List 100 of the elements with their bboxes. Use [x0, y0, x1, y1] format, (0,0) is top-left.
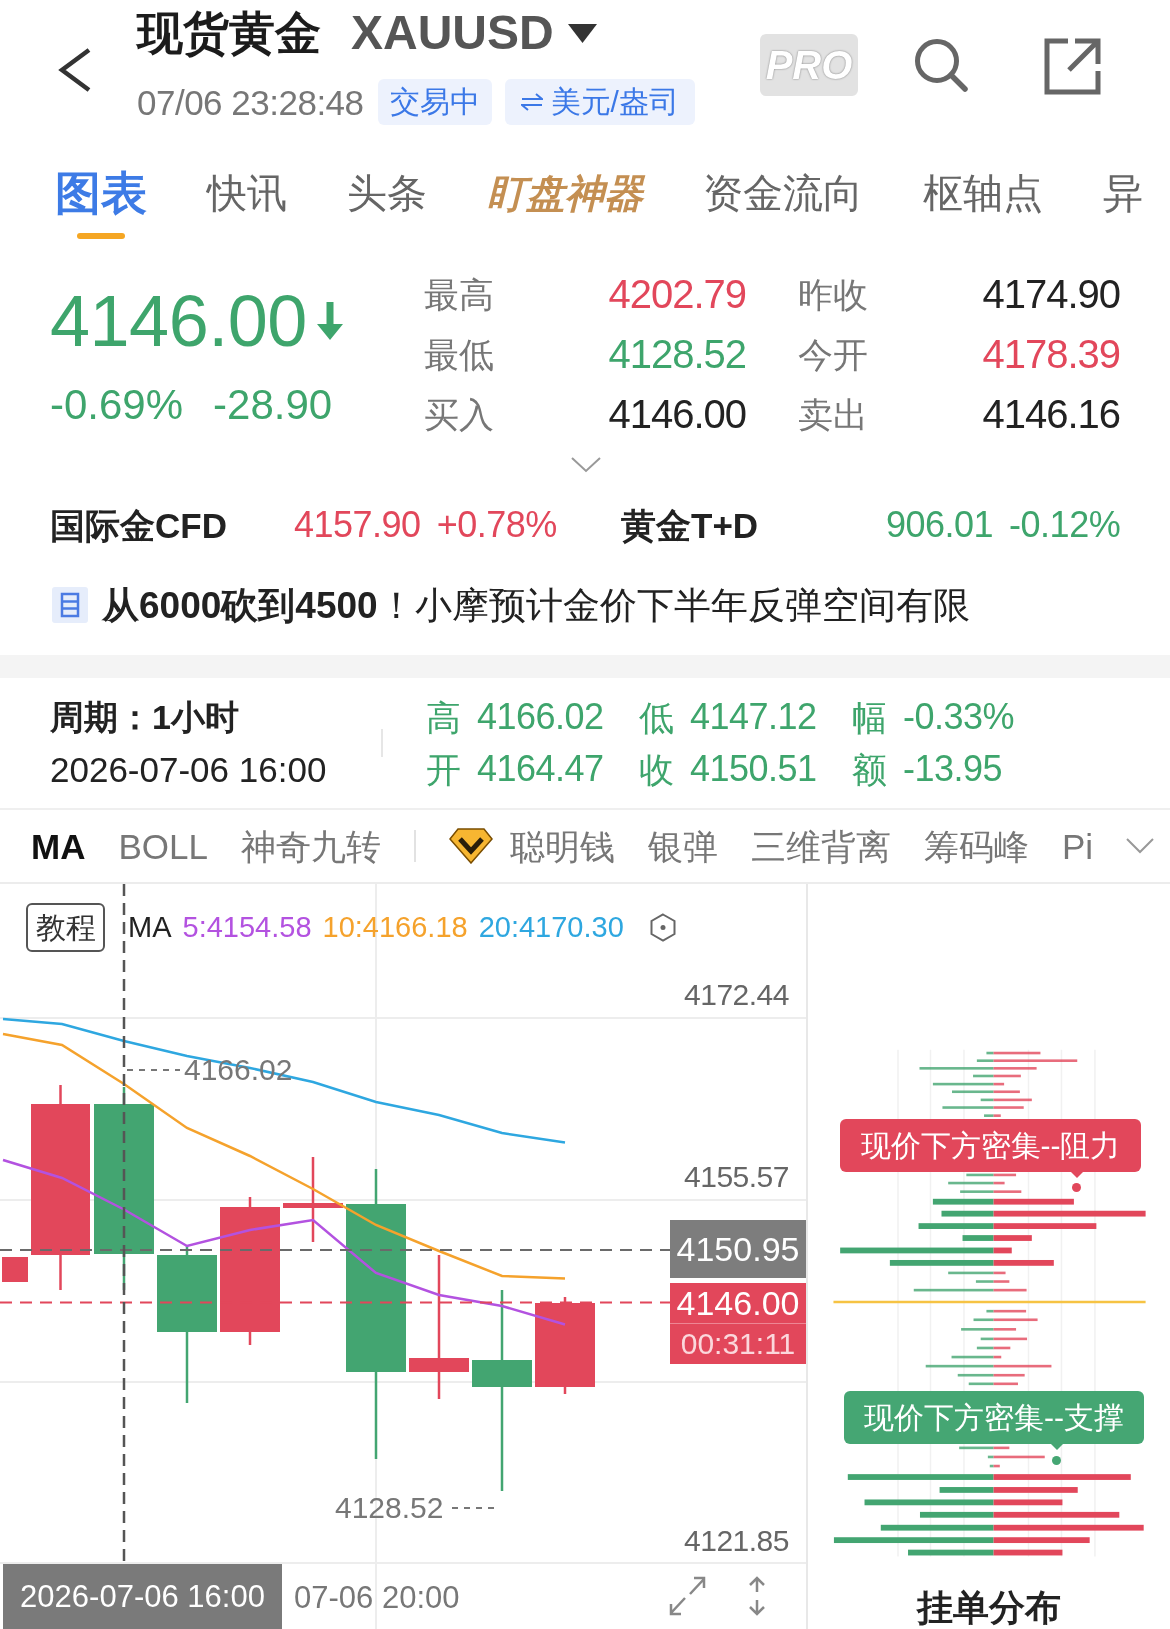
bid-volume-bar [986, 1051, 994, 1055]
bid-volume-bar [959, 1446, 994, 1450]
search-button[interactable] [914, 38, 968, 92]
ohlc-value: 4147.12 [690, 699, 817, 735]
bid-volume-bar [968, 1382, 994, 1386]
ask-volume-bar [993, 1499, 1063, 1506]
countdown-timer: 00:31:11 [680, 1329, 796, 1359]
market-change: -0.12% [1009, 507, 1121, 543]
stat-label: 最高 [424, 276, 494, 312]
marker-dot-icon [1052, 1456, 1061, 1465]
bid-volume-bar [932, 1198, 994, 1205]
news-headline[interactable]: 从6000砍到4500！小摩预计金价下半年反弹空间有限 [102, 586, 970, 624]
indicator-tab[interactable]: 神奇九转 [240, 828, 381, 864]
ask-volume-bar [993, 1098, 1032, 1102]
expand-button[interactable] [571, 457, 601, 473]
ask-volume-bar [993, 1082, 1005, 1086]
market-price: 906.01 [886, 507, 994, 543]
stat-value: 4146.00 [608, 394, 746, 434]
ask-volume-bar [993, 1074, 1021, 1078]
stat-label: 最低 [424, 336, 494, 372]
ask-volume-bar [993, 1280, 1010, 1283]
ask-volume-bar [993, 1455, 1045, 1459]
stat-label: 卖出 [798, 396, 868, 432]
bid-volume-bar [925, 1364, 994, 1368]
bid-volume-bar [973, 1318, 994, 1322]
ohlc-value: 4164.47 [477, 751, 604, 787]
indicator-tab[interactable]: 筹码峰 [923, 828, 1029, 864]
indicator-tab[interactable]: 三维背离 [750, 828, 891, 864]
chevron-down-icon [1126, 838, 1155, 854]
ask-volume-bar [993, 1373, 1025, 1377]
indicator-tab[interactable]: 聪明钱 [448, 828, 615, 864]
document-icon [52, 587, 88, 623]
last-close-tag: 4150.95 [670, 1220, 806, 1278]
bid-volume-bar [973, 1074, 994, 1078]
tutorial-button[interactable]: 教程 [26, 903, 105, 952]
indicator-tab[interactable]: Pi [1061, 828, 1094, 864]
instrument-title: 现货黄金 [137, 10, 321, 56]
indicator-tab[interactable]: BOLL [118, 828, 208, 864]
bid-volume-bar [961, 1328, 994, 1331]
trading-status-badge: 交易中 [377, 79, 492, 125]
stat-value: 4146.16 [982, 394, 1120, 434]
crosshair-time-label: 2026-07-06 16:00 [3, 1564, 282, 1629]
diamond-icon [448, 828, 493, 864]
tab[interactable]: 异 [1103, 170, 1143, 216]
ask-volume-bar [993, 1090, 1020, 1094]
indicator-tab[interactable]: MA [31, 828, 86, 864]
bid-volume-bar [939, 1487, 994, 1493]
ohlc-value: -13.95 [903, 751, 1003, 787]
share-button[interactable] [1044, 38, 1101, 95]
bid-volume-bar [952, 1090, 994, 1094]
tab[interactable]: 图表 [55, 170, 147, 239]
ask-volume-bar [993, 1337, 1028, 1341]
chevron-left-icon [57, 47, 93, 93]
ask-volume-bar [993, 1318, 1038, 1322]
ask-volume-bar [993, 1355, 1002, 1359]
leader-line [126, 1069, 181, 1071]
ohlc-label: 开 [426, 751, 461, 787]
ask-volume-bar [993, 1271, 1006, 1275]
tab[interactable]: 资金流向 [703, 170, 863, 216]
more-indicators-button[interactable] [1126, 838, 1155, 854]
stat-label: 买入 [424, 396, 494, 432]
stat-label: 今开 [798, 336, 868, 372]
ask-volume-bar [993, 1106, 1024, 1109]
ask-volume-bar [993, 1173, 1017, 1177]
unit-switch-button[interactable]: 美元/盎司 [504, 79, 695, 125]
back-button[interactable] [57, 47, 93, 93]
tab[interactable]: 头条 [347, 170, 427, 216]
bid-volume-bar [932, 1082, 994, 1086]
ohlc-value: 4166.02 [477, 699, 604, 735]
settings-icon[interactable] [649, 912, 676, 942]
x-axis-label: 07-06 20:00 [294, 1578, 460, 1616]
search-icon [914, 38, 968, 92]
stat-value: 4128.52 [608, 334, 746, 374]
legend-value: 20:4170.30 [478, 912, 624, 942]
tab[interactable]: 快讯 [207, 170, 287, 216]
ask-volume-bar [993, 1247, 1012, 1254]
ask-volume-bar [993, 1309, 1027, 1313]
ohlc-label: 高 [426, 699, 461, 735]
bid-volume-bar [942, 1106, 994, 1109]
tab[interactable]: 枢轴点 [923, 170, 1043, 216]
ohlc-label: 幅 [852, 699, 887, 735]
ask-volume-bar [993, 1549, 1063, 1556]
market-price: 4157.90 [294, 507, 421, 543]
ask-volume-bar [993, 1346, 1011, 1350]
stat-label: 昨收 [798, 276, 868, 312]
ohlc-value: 4150.51 [690, 751, 817, 787]
ask-volume-bar [993, 1382, 1018, 1386]
stat-value: 4178.39 [982, 334, 1120, 374]
indicator-tab[interactable]: 银弹 [647, 828, 718, 864]
chevron-down-icon [571, 457, 601, 473]
stat-value: 4202.79 [608, 274, 746, 314]
bid-volume-bar [966, 1173, 994, 1177]
bid-volume-bar [960, 1190, 994, 1193]
bid-volume-bar [976, 1346, 994, 1350]
bid-volume-bar [987, 1455, 994, 1459]
ask-volume-bar [993, 1181, 1005, 1185]
bid-volume-bar [951, 1355, 994, 1359]
symbol-dropdown[interactable]: XAUUSD [351, 9, 597, 57]
legend-value: 10:4166.18 [322, 912, 468, 942]
expand-icon[interactable] [669, 1576, 706, 1616]
